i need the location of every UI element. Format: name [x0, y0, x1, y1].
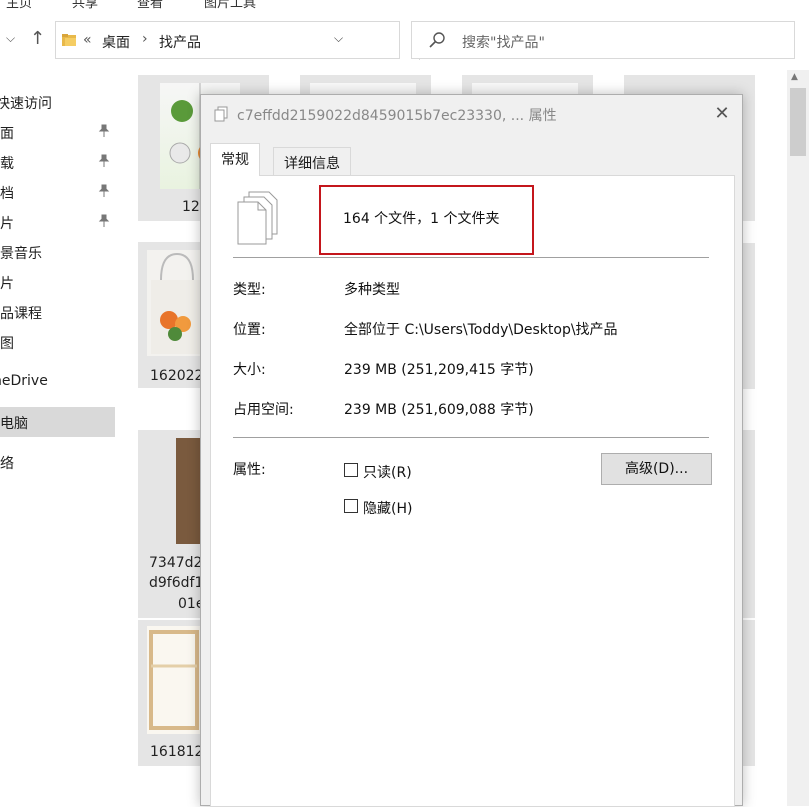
pin-icon — [98, 184, 110, 197]
size-value: 239 MB (251,209,415 字节) — [344, 362, 534, 378]
scrollbar-thumb[interactable] — [790, 88, 806, 156]
properties-dialog: c7effdd2159022d8459015b7ec23330, ... 属性 … — [200, 94, 743, 807]
search-placeholder: 搜索"找产品" — [462, 35, 545, 51]
wooden-gate-image — [149, 630, 199, 730]
location-value: 全部位于 C:\Users\Toddy\Desktop\找产品 — [344, 322, 618, 338]
divider — [233, 257, 709, 258]
type-value: 多种类型 — [344, 282, 400, 298]
selection-summary: 164 个文件，1 个文件夹 — [343, 211, 500, 227]
multiple-files-icon — [237, 191, 278, 245]
pin-icon — [98, 214, 110, 227]
attributes-label: 属性: — [233, 462, 266, 478]
divider — [233, 437, 709, 438]
sidebar-item-photos[interactable]: 照片 — [0, 267, 115, 297]
breadcrumb-separator[interactable]: › — [142, 31, 148, 47]
size-on-disk-label: 占用空间: — [233, 402, 294, 418]
thumbnail-image — [176, 438, 200, 544]
address-bar[interactable]: « 桌面 › 找产品 ⌵ ↻ — [55, 21, 445, 60]
tote-bag-image — [151, 252, 205, 354]
hidden-label[interactable]: 隐藏(H) — [363, 498, 412, 518]
sidebar-item-label: 商品课程 — [0, 306, 42, 322]
file-thumbnail[interactable] — [743, 620, 755, 766]
address-row: ⌵ ↑ « 桌面 › 找产品 ⌵ ↻ 搜索"找产品" — [0, 20, 809, 64]
sidebar-item-pictures[interactable]: 图片 — [0, 207, 115, 237]
breadcrumb-desktop[interactable]: 桌面 — [102, 32, 130, 52]
up-arrow-icon[interactable]: ↑ — [30, 28, 45, 49]
general-panel: 164 个文件，1 个文件夹 类型: 多种类型 位置: 全部位于 C:\User… — [210, 175, 735, 807]
ribbon-tab-share[interactable]: 共享 — [72, 0, 98, 11]
size-on-disk-value: 239 MB (251,609,088 字节) — [344, 402, 534, 418]
file-thumbnail[interactable] — [743, 430, 755, 618]
sidebar-item-label: 背景音乐 — [0, 246, 42, 262]
sidebar-item-label: 快速访问 — [0, 96, 52, 112]
thumbnail-image — [147, 626, 201, 734]
advanced-button[interactable]: 高级(D)... — [601, 453, 712, 485]
recent-locations-icon[interactable]: ⌵ — [6, 31, 15, 46]
sidebar-item-quick-access[interactable]: 快速访问 — [0, 87, 115, 117]
sidebar-item-label: OneDrive — [0, 373, 48, 389]
folder-icon — [62, 34, 76, 46]
sidebar-item-label: 此电脑 — [0, 416, 28, 432]
file-thumbnail[interactable] — [743, 243, 755, 389]
multiple-files-icon — [214, 106, 228, 122]
sidebar-item-this-pc[interactable]: 此电脑 — [0, 407, 115, 437]
vertical-scrollbar[interactable] — [787, 70, 809, 806]
search-input[interactable]: 搜索"找产品" — [411, 21, 795, 59]
type-label: 类型: — [233, 282, 266, 298]
readonly-checkbox[interactable] — [344, 463, 358, 477]
breadcrumb-find-products[interactable]: 找产品 — [159, 32, 201, 52]
sidebar-item-label: 图片 — [0, 216, 14, 232]
ribbon-tabs: 主页 共享 查看 图片工具 — [0, 0, 809, 11]
location-label: 位置: — [233, 322, 266, 338]
pin-icon — [98, 124, 110, 137]
tab-details[interactable]: 详细信息 — [273, 147, 351, 176]
sidebar-item-onedrive[interactable]: OneDrive — [0, 367, 115, 397]
ribbon-tab-home[interactable]: 主页 — [6, 0, 32, 11]
chevron-down-icon[interactable]: ⌵ — [334, 31, 343, 46]
sidebar-item-network[interactable]: 网络 — [0, 447, 115, 477]
breadcrumb-overflow[interactable]: « — [83, 32, 92, 48]
readonly-label[interactable]: 只读(R) — [363, 462, 412, 482]
sidebar-item-label: 截图 — [0, 336, 14, 352]
hidden-checkbox[interactable] — [344, 499, 358, 513]
scroll-up-arrow-icon[interactable]: ▲ — [791, 72, 798, 82]
pin-icon — [98, 154, 110, 167]
sidebar-item-bg-music[interactable]: 背景音乐 — [0, 237, 115, 267]
sidebar-item-desktop[interactable]: 桌面 — [0, 117, 115, 147]
search-icon — [429, 32, 445, 48]
sidebar-item-label: 照片 — [0, 276, 14, 292]
sidebar-item-label: 文档 — [0, 186, 14, 202]
tab-general[interactable]: 常规 — [210, 143, 260, 176]
sidebar-item-label: 桌面 — [0, 126, 14, 142]
sidebar-item-courses[interactable]: 商品课程 — [0, 297, 115, 327]
sidebar-item-downloads[interactable]: 下载 — [0, 147, 115, 177]
navigation-pane: 快速访问 桌面 下载 文档 图片 背景音乐 照片 商品课程 截图 OneDriv… — [0, 70, 120, 806]
sidebar-item-documents[interactable]: 文档 — [0, 177, 115, 207]
sidebar-item-label: 下载 — [0, 156, 14, 172]
sidebar-item-screenshots[interactable]: 截图 — [0, 327, 115, 357]
close-icon[interactable]: ✕ — [709, 101, 735, 127]
ribbon-tab-picture-tools[interactable]: 图片工具 — [204, 0, 256, 11]
thumbnail-image — [147, 250, 208, 356]
ribbon-tab-view[interactable]: 查看 — [137, 0, 163, 11]
sidebar-item-label: 网络 — [0, 456, 14, 472]
dialog-title: c7effdd2159022d8459015b7ec23330, ... 属性 — [237, 108, 557, 124]
size-label: 大小: — [233, 362, 266, 378]
